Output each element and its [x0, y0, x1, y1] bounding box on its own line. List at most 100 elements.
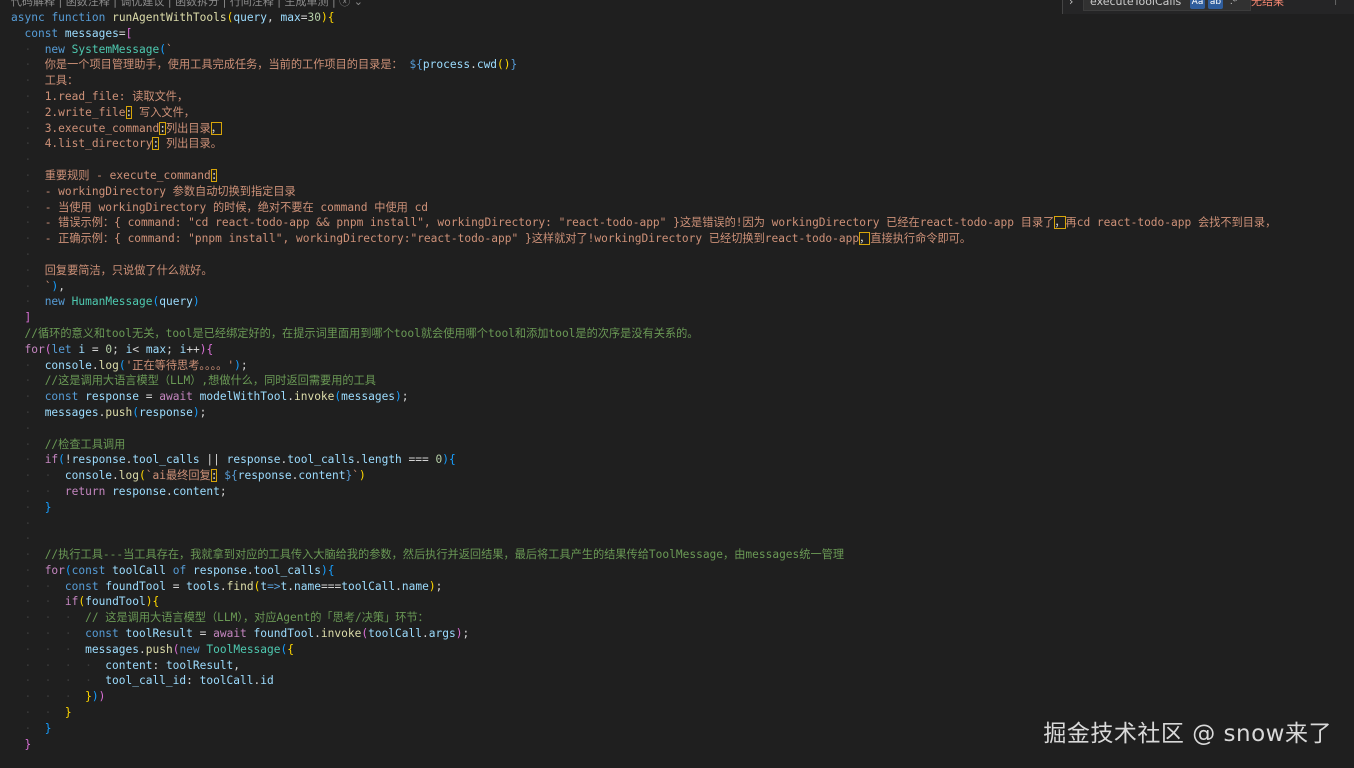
code-token: , — [58, 279, 65, 293]
code-token: ${ — [224, 469, 238, 483]
code-token: = — [139, 390, 160, 404]
code-token: id — [260, 674, 274, 688]
code-line[interactable]: · console.log('正在等待思考。。。。'); — [11, 358, 1354, 374]
code-token: max — [280, 11, 301, 24]
code-line[interactable]: · const response = await modelWithTool.i… — [11, 389, 1354, 405]
code-line[interactable]: · — [11, 516, 1354, 532]
code-token: foundTool — [105, 579, 166, 593]
code-token: ToolMessage — [206, 642, 281, 656]
code-token: 4.list_directory — [44, 137, 153, 151]
code-token: ) — [359, 469, 366, 483]
search-highlight: : — [159, 121, 166, 135]
code-line[interactable]: · } — [11, 500, 1354, 516]
code-token: . — [91, 358, 99, 372]
code-editor[interactable]: 代码解释 | 函数注释 | 调优建议 | 函数拆分 | 行间注释 | 生成单测 … — [0, 0, 1354, 766]
code-line[interactable]: · - 当使用 workingDirectory 的时候，绝对不要在 comma… — [11, 200, 1354, 216]
code-token: } — [24, 737, 32, 751]
code-token: · · · — [11, 627, 86, 641]
code-token: 回复要简洁，只说做了什么就好。 — [44, 263, 213, 277]
code-token: ; — [219, 484, 227, 498]
code-token: ) — [428, 579, 436, 593]
code-line[interactable]: · `), — [11, 279, 1354, 295]
code-line[interactable]: · · if(foundTool){ — [11, 594, 1354, 610]
code-line[interactable]: · - 错误示例：{ command: "cd react-todo-app &… — [11, 215, 1354, 231]
code-line[interactable]: · 4.list_directory: 列出目录。 — [11, 136, 1354, 152]
code-token: tool_calls — [253, 563, 321, 577]
code-line[interactable]: · · · const toolResult = await foundTool… — [11, 626, 1354, 642]
code-token: . — [421, 627, 429, 641]
code-line[interactable]: · messages.push(response); — [11, 405, 1354, 421]
codelens-actions[interactable]: 代码解释 | 函数注释 | 调优建议 | 函数拆分 | 行间注释 | 生成单测 … — [11, 0, 363, 9]
code-line[interactable]: · · const foundTool = tools.find(t=>t.na… — [11, 579, 1354, 595]
code-token: HumanMessage — [71, 295, 153, 309]
code-token: 列出目录 — [165, 121, 211, 135]
code-token: . — [287, 390, 294, 404]
code-line[interactable]: const messages=[ — [11, 26, 1354, 42]
code-line[interactable]: · · · messages.push(new ToolMessage({ — [11, 642, 1354, 658]
code-token: · — [11, 121, 45, 135]
code-token: foundTool — [85, 595, 146, 609]
code-line[interactable]: · — [11, 247, 1354, 263]
code-token: cwd — [476, 58, 498, 72]
toggle-replace-icon[interactable]: › — [1069, 0, 1073, 8]
code-token: await — [213, 627, 247, 641]
code-line[interactable]: for(let i = 0; i< max; i++){ — [11, 342, 1354, 358]
code-token: query — [159, 295, 193, 309]
code-line[interactable]: //循环的意义和tool无关，tool是已经绑定好的，在提示词里面用到哪个too… — [11, 326, 1354, 342]
code-line[interactable]: · - workingDirectory 参数自动切换到指定目录 — [11, 184, 1354, 200]
code-line[interactable]: · for(const toolCall of response.tool_ca… — [11, 563, 1354, 579]
regex-toggle[interactable]: .* — [1226, 0, 1241, 9]
code-token: · · · — [11, 690, 86, 704]
code-token: 你是一个项目管理助手，使用工具完成任务，当前的工作项目的目录是： — [44, 58, 410, 72]
code-line[interactable]: · — [11, 421, 1354, 437]
code-line[interactable]: · · console.log(`ai最终回复: ${response.cont… — [11, 468, 1354, 484]
code-line[interactable]: · 工具： — [11, 73, 1354, 89]
code-token: · — [11, 532, 45, 546]
code-line[interactable]: · 你是一个项目管理助手，使用工具完成任务，当前的工作项目的目录是： ${pro… — [11, 57, 1354, 73]
code-token: toolResult — [165, 658, 234, 672]
code-line[interactable]: · 重要规则 - execute_command: — [11, 168, 1354, 184]
arrow-up-icon[interactable]: ↑ — [1331, 0, 1340, 9]
code-line[interactable]: ] — [11, 310, 1354, 326]
code-line[interactable]: · - 正确示例：{ command: "pnpm install", work… — [11, 231, 1354, 247]
code-token: · — [11, 516, 45, 530]
code-token: ; — [401, 390, 409, 404]
code-token: : — [186, 674, 200, 688]
code-token: response — [85, 390, 140, 404]
code-line[interactable]: · · return response.content; — [11, 484, 1354, 500]
code-line[interactable]: · new HumanMessage(query) — [11, 294, 1354, 310]
code-line[interactable]: · if(!response.tool_calls || response.to… — [11, 452, 1354, 468]
code-line[interactable]: · · · })) — [11, 689, 1354, 705]
code-token: //循环的意义和tool无关，tool是已经绑定好的，在提示词里面用到哪个too… — [24, 326, 699, 340]
code-line[interactable]: · //执行工具---当工具存在，我就拿到对应的工具传入大脑给我的参数，然后执行… — [11, 547, 1354, 563]
search-highlight: : — [210, 168, 218, 182]
code-line[interactable]: · · · · content: toolResult, — [11, 658, 1354, 674]
code-line[interactable]: · 2.write_file: 写入文件， — [11, 105, 1354, 121]
code-token: ; — [435, 579, 443, 593]
code-line[interactable]: · //检查工具调用 — [11, 437, 1354, 453]
code-token: toolCall — [112, 563, 166, 577]
code-line[interactable]: · · · // 这是调用大语言模型（LLM），对应Agent的「思考/决策」环… — [11, 610, 1354, 626]
watermark: 掘金技术社区 @ snow来了 — [1043, 721, 1332, 747]
code-token: 重要规则 - execute_command — [44, 168, 211, 182]
code-area[interactable]: async function runAgentWithTools(query, … — [11, 10, 1354, 768]
whole-word-toggle[interactable]: ab — [1208, 0, 1223, 9]
code-line[interactable]: · 3.execute_command:列出目录， — [11, 121, 1354, 137]
code-token: response — [71, 453, 126, 467]
code-line[interactable]: · 1.read_file: 读取文件， — [11, 89, 1354, 105]
code-token: toolCall — [368, 627, 422, 641]
code-token: · — [11, 421, 45, 435]
code-line[interactable]: · 回复要简洁，只说做了什么就好。 — [11, 263, 1354, 279]
code-line[interactable]: · new SystemMessage(` — [11, 42, 1354, 58]
code-line[interactable]: · — [11, 531, 1354, 547]
code-line[interactable]: · //这是调用大语言模型（LLM）,想做什么，同时返回需要用的工具 — [11, 373, 1354, 389]
code-line[interactable]: · — [11, 152, 1354, 168]
code-token: content — [298, 469, 346, 483]
search-highlight: ， — [859, 232, 871, 246]
code-line[interactable]: · · · · tool_call_id: toolCall.id — [11, 673, 1354, 689]
code-token: ) — [234, 358, 241, 372]
match-case-toggle[interactable]: Aa — [1190, 0, 1205, 9]
code-token: · — [11, 548, 45, 562]
